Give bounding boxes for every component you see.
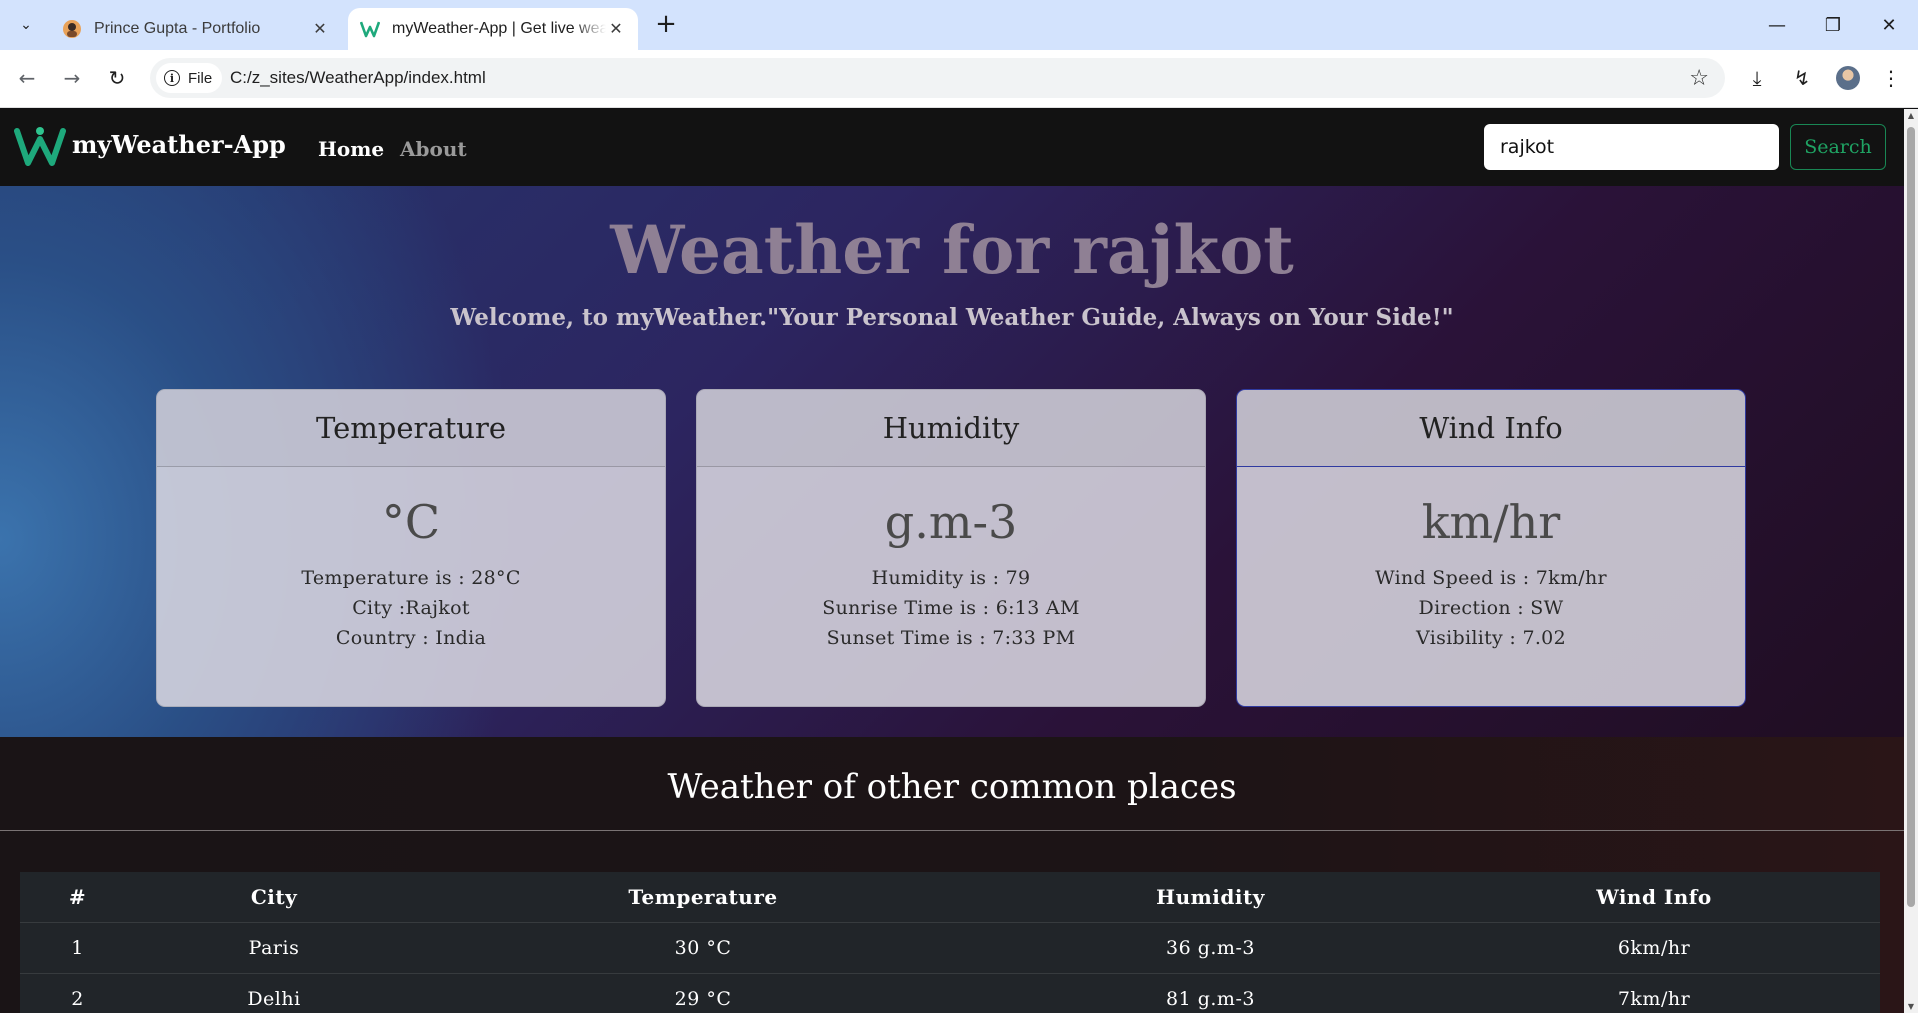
close-window-icon[interactable]: ✕ [1872, 8, 1906, 42]
table-cell: 6km/hr [1617, 937, 1691, 959]
card-header: Wind Info [1237, 390, 1745, 467]
menu-kebab-icon[interactable]: ⋮ [1874, 61, 1908, 95]
weather-app-favicon-icon [360, 21, 380, 38]
section-title: Weather of other common places [667, 767, 1237, 807]
page-scrollbar[interactable]: ▲ ▼ [1904, 109, 1918, 1013]
download-icon[interactable]: ⤓ [1740, 61, 1774, 95]
site-info-chip[interactable]: i File [156, 63, 223, 93]
card-unit: km/hr [1421, 495, 1561, 549]
city-search-input[interactable] [1484, 124, 1779, 170]
scroll-up-arrow-icon[interactable]: ▲ [1906, 111, 1916, 120]
tab-portfolio[interactable]: Prince Gupta - Portfolio ✕ [50, 8, 342, 50]
column-header: Humidity [1156, 885, 1265, 909]
info-icon: i [164, 70, 180, 86]
reload-icon[interactable]: ↻ [100, 61, 134, 95]
other-places-section: Weather of other common places # City Te… [0, 737, 1904, 1013]
close-tab-icon[interactable]: ✕ [310, 19, 330, 39]
brand-name: myWeather-App [72, 129, 286, 159]
table-cell: Delhi [247, 988, 301, 1010]
scroll-down-arrow-icon[interactable]: ▼ [1906, 1002, 1916, 1011]
portfolio-favicon-icon [63, 20, 81, 38]
forward-arrow-icon[interactable]: → [55, 61, 89, 95]
wind-info-card: Wind Info km/hr Wind Speed is : 7km/hr D… [1236, 389, 1746, 707]
humidity-card: Humidity g.m-3 Humidity is : 79 Sunrise … [696, 389, 1206, 707]
brand-logo-icon [14, 127, 66, 166]
column-header: Wind Info [1596, 885, 1712, 909]
table-row: 2 Delhi 29 °C 81 g.m-3 7km/hr [20, 974, 1880, 1013]
brand[interactable]: myWeather-App [14, 125, 286, 169]
column-header: # [68, 885, 87, 909]
table-cell: 1 [71, 937, 84, 959]
other-places-table: # City Temperature Humidity Wind Info 1 … [20, 872, 1880, 1013]
tab-search-chevron-icon[interactable]: ⌄ [10, 10, 42, 40]
card-unit: g.m-3 [884, 495, 1018, 549]
wind-direction-value: Direction : SW [1418, 597, 1564, 619]
browser-tab-strip: ⌄ Prince Gupta - Portfolio ✕ myWeather-A… [0, 0, 1918, 50]
tab-title: myWeather-App | Get live weather [392, 20, 606, 37]
search-button[interactable]: Search [1790, 124, 1886, 170]
section-divider [0, 830, 1904, 831]
country-value: Country : India [335, 627, 487, 649]
close-tab-icon[interactable]: ✕ [606, 19, 626, 39]
weather-page: myWeather-App Home About Search Weather … [0, 109, 1904, 1013]
table-cell: 29 °C [674, 988, 732, 1010]
table-cell: Paris [248, 937, 300, 959]
site-info-label: File [188, 69, 213, 87]
restore-icon[interactable]: ❐ [1816, 8, 1850, 42]
welcome-subtitle: Welcome, to myWeather."Your Personal Wea… [450, 304, 1454, 331]
wind-speed-value: Wind Speed is : 7km/hr [1375, 567, 1607, 589]
back-arrow-icon[interactable]: ← [10, 61, 44, 95]
table-cell: 7km/hr [1617, 988, 1691, 1010]
table-cell: 30 °C [674, 937, 732, 959]
new-tab-plus-icon[interactable]: + [652, 11, 680, 39]
temperature-value: Temperature is : 28°C [301, 567, 521, 589]
performance-icon[interactable]: ↯ [1785, 61, 1819, 95]
page-title: Weather for rajkot [610, 211, 1294, 289]
column-header: Temperature [628, 885, 778, 909]
card-unit: °C [381, 495, 441, 549]
url-text[interactable]: C:/z_sites/WeatherApp/index.html [230, 68, 486, 88]
sunset-value: Sunset Time is : 7:33 PM [826, 627, 1076, 649]
site-navbar: myWeather-App Home About Search [0, 109, 1904, 186]
tab-title: Prince Gupta - Portfolio [94, 20, 261, 37]
table-header-row: # City Temperature Humidity Wind Info [20, 872, 1880, 923]
bookmark-star-icon[interactable]: ☆ [1689, 66, 1709, 91]
card-header: Temperature [157, 390, 665, 467]
nav-about-link[interactable]: About [400, 137, 467, 161]
card-header: Humidity [697, 390, 1205, 467]
table-cell: 2 [71, 988, 84, 1010]
visibility-value: Visibility : 7.02 [1416, 627, 1566, 649]
tab-weather-app[interactable]: myWeather-App | Get live weather ✕ [348, 8, 638, 50]
column-header: City [250, 885, 298, 909]
table-cell: 81 g.m-3 [1166, 988, 1255, 1010]
nav-home-link[interactable]: Home [318, 137, 384, 161]
table-cell: 36 g.m-3 [1166, 937, 1255, 959]
minimize-icon[interactable]: — [1760, 8, 1794, 42]
profile-avatar[interactable] [1836, 66, 1860, 90]
browser-toolbar: ← → ↻ i File C:/z_sites/WeatherApp/index… [0, 50, 1918, 108]
scrollbar-thumb[interactable] [1907, 127, 1915, 907]
city-value: City :Rajkot [352, 597, 470, 619]
sunrise-value: Sunrise Time is : 6:13 AM [822, 597, 1080, 619]
temperature-card: Temperature °C Temperature is : 28°C Cit… [156, 389, 666, 707]
humidity-value: Humidity is : 79 [871, 567, 1031, 589]
table-row: 1 Paris 30 °C 36 g.m-3 6km/hr [20, 923, 1880, 974]
address-bar[interactable]: i File C:/z_sites/WeatherApp/index.html … [150, 58, 1725, 98]
